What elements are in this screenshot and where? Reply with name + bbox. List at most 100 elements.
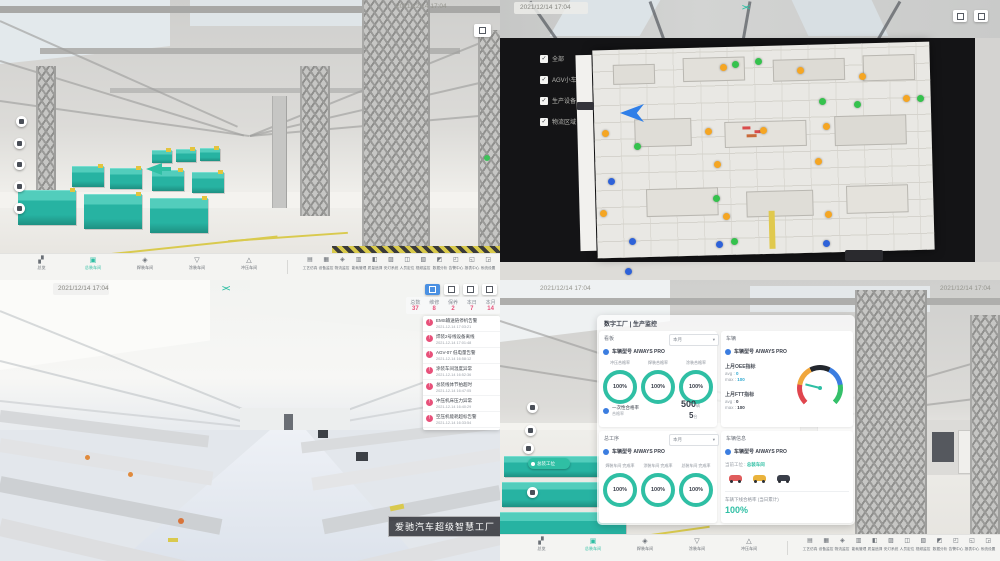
agv-machine[interactable] [110,168,142,189]
legend-item-全部[interactable]: ✓全部 [540,54,564,63]
period-dropdown[interactable]: 本月▾ [669,434,719,446]
map-dot-green[interactable] [634,143,641,150]
map-dot-orange[interactable] [720,64,727,71]
map-dot-green[interactable] [755,58,762,65]
alarm-filter-button[interactable] [463,284,478,295]
alarm-stat-保养[interactable]: 保养2 [444,299,463,312]
agv-machine[interactable] [72,166,104,187]
checkbox-icon[interactable]: ✓ [540,76,548,84]
station-pin[interactable] [523,443,534,454]
agv-machine[interactable] [84,194,142,229]
alarm-stat-维修[interactable]: 维修8 [425,299,444,312]
alarm-list-item[interactable]: !EMS输送链停机告警2021-12-14 17:03:21 [423,316,500,332]
toolbar-item-视频监控[interactable]: ▧视频监控 [415,257,431,270]
alarm-stat-总数[interactable]: 总数37 [406,299,425,312]
toolbar-item-设备监控[interactable]: ▦设备监控 [318,257,334,270]
toolbar-item-告警中心[interactable]: ◰告警中心 [448,257,464,270]
toolbar-item-报表中心[interactable]: ◱报表中心 [964,538,980,551]
toolbar-item-总装车间[interactable]: ▣总装车间 [78,257,108,270]
toolbar-item-视频监控[interactable]: ▧视频监控 [915,538,931,551]
legend-item-物流区域[interactable]: ✓物流区域 [540,117,576,126]
station-pin[interactable] [527,487,538,498]
map-dot-green[interactable] [854,101,861,108]
toolbar-item-物流监控[interactable]: ◈物流监控 [834,538,850,551]
map-export-button[interactable] [974,10,988,22]
map-dot-green[interactable] [819,98,826,105]
alarm-stat-本日[interactable]: 本日7 [462,299,481,312]
alarm-stat-本月[interactable]: 本月14 [481,299,500,312]
toolbar-item-报表中心[interactable]: ◱报表中心 [464,257,480,270]
map-dot-orange[interactable] [723,213,730,220]
toolbar-item-能耗管理[interactable]: ▥能耗管理 [851,538,867,551]
toolbar-item-工艺仿真[interactable]: ▤工艺仿真 [802,538,818,551]
toolbar-item-总览[interactable]: ▞总览 [26,257,56,270]
alarm-filter-button[interactable] [482,284,497,295]
alarm-list-item[interactable]: !焊装2号线设备离线2021-12-14 17:01:48 [423,332,500,348]
toolbar-item-系统设置[interactable]: ◲系统设置 [480,257,496,270]
map-dot-orange[interactable] [600,210,607,217]
station-pin[interactable] [527,402,538,413]
alarm-list-item[interactable]: !AGV-07 低电量告警2021-12-14 16:58:12 [423,348,500,364]
checkbox-icon[interactable]: ✓ [540,118,548,126]
station-pin[interactable] [16,116,27,127]
toolbar-item-安灯系统[interactable]: ▨安灯系统 [883,538,899,551]
period-dropdown[interactable]: 本月▾ [669,334,719,346]
map-dot-blue[interactable] [625,268,632,275]
toolbar-item-焊装车间[interactable]: ◈焊装车间 [130,257,160,270]
toolbar-item-涂装车间[interactable]: ▽涂装车间 [682,538,712,551]
toolbar-item-系统设置[interactable]: ◲系统设置 [980,538,996,551]
map-lock-button[interactable] [953,10,967,22]
toolbar-item-工艺仿真[interactable]: ▤工艺仿真 [302,257,318,270]
toolbar-item-人员定位[interactable]: ◫人员定位 [899,538,915,551]
toolbar-item-总览[interactable]: ▞总览 [526,538,556,551]
map-dot-orange[interactable] [903,95,910,102]
map-dot-orange[interactable] [825,211,832,218]
map-dot-orange[interactable] [823,123,830,130]
legend-item-生产设备[interactable]: ✓生产设备 [540,96,576,105]
toolbar-item-数据分析[interactable]: ◩数据分析 [932,538,948,551]
toolbar-item-设备监控[interactable]: ▦设备监控 [818,538,834,551]
checkbox-icon[interactable]: ✓ [540,97,548,105]
map-dot-orange[interactable] [815,158,822,165]
map-dot-blue[interactable] [823,240,830,247]
map-dot-blue[interactable] [629,238,636,245]
station-pin[interactable] [525,425,536,436]
map-dot-orange[interactable] [859,73,866,80]
map-dot-orange[interactable] [602,130,609,137]
toolbar-item-安灯系统[interactable]: ▨安灯系统 [383,257,399,270]
toolbar-item-焊装车间[interactable]: ◈焊装车间 [630,538,660,551]
toolbar-item-人员定位[interactable]: ◫人员定位 [399,257,415,270]
agv-machine[interactable] [150,198,208,233]
alarm-list-item[interactable]: !涂装车间温度异常2021-12-14 16:52:36 [423,364,500,380]
map-dot-orange[interactable] [705,128,712,135]
agv-machine[interactable] [200,148,220,161]
toolbar-item-涂装车间[interactable]: ▽涂装车间 [182,257,212,270]
map-dot-orange[interactable] [760,127,767,134]
map-dot-blue[interactable] [608,178,615,185]
toolbar-item-冲压车间[interactable]: △冲压车间 [734,538,764,551]
alarm-list-item[interactable]: !空压机能耗超标告警2021-12-14 16:33:54 [423,412,500,428]
viewport-assembly-line[interactable]: 2021/12/14 17:04 >< 总数37维修8保养2本日7本月14 !E… [0,280,500,561]
toolbar-item-质量追溯[interactable]: ◧质量追溯 [867,538,883,551]
agv-machine[interactable] [176,149,196,162]
agv-machine[interactable] [152,150,172,163]
station-pin[interactable] [14,159,25,170]
toolbar-item-冲压车间[interactable]: △冲压车间 [234,257,264,270]
map-dot-green[interactable] [732,61,739,68]
map-dot-green[interactable] [917,95,924,102]
agv-machine[interactable] [192,172,224,193]
toolbar-item-总装车间[interactable]: ▣总装车间 [578,538,608,551]
viewport-factory-map[interactable]: 2021/12/14 17:04 >< ✓全部✓AGV小车✓生产设备✓物流区域 [500,0,1000,280]
map-dot-blue[interactable] [716,241,723,248]
floorplan[interactable] [592,42,934,259]
toolbar-item-质量追溯[interactable]: ◧质量追溯 [367,257,383,270]
toolbar-item-告警中心[interactable]: ◰告警中心 [948,538,964,551]
viewport-production-monitor[interactable]: 总装工位 2021/12/14 17:04 2021/12/14 17:04 数… [500,280,1000,561]
toolbar-item-物流监控[interactable]: ◈物流监控 [334,257,350,270]
checkbox-icon[interactable]: ✓ [540,55,548,63]
map-dot-orange[interactable] [797,67,804,74]
map-dot-green[interactable] [731,238,738,245]
station-pin[interactable] [14,138,25,149]
alarm-filter-button[interactable] [444,284,459,295]
station-pin[interactable] [14,181,25,192]
